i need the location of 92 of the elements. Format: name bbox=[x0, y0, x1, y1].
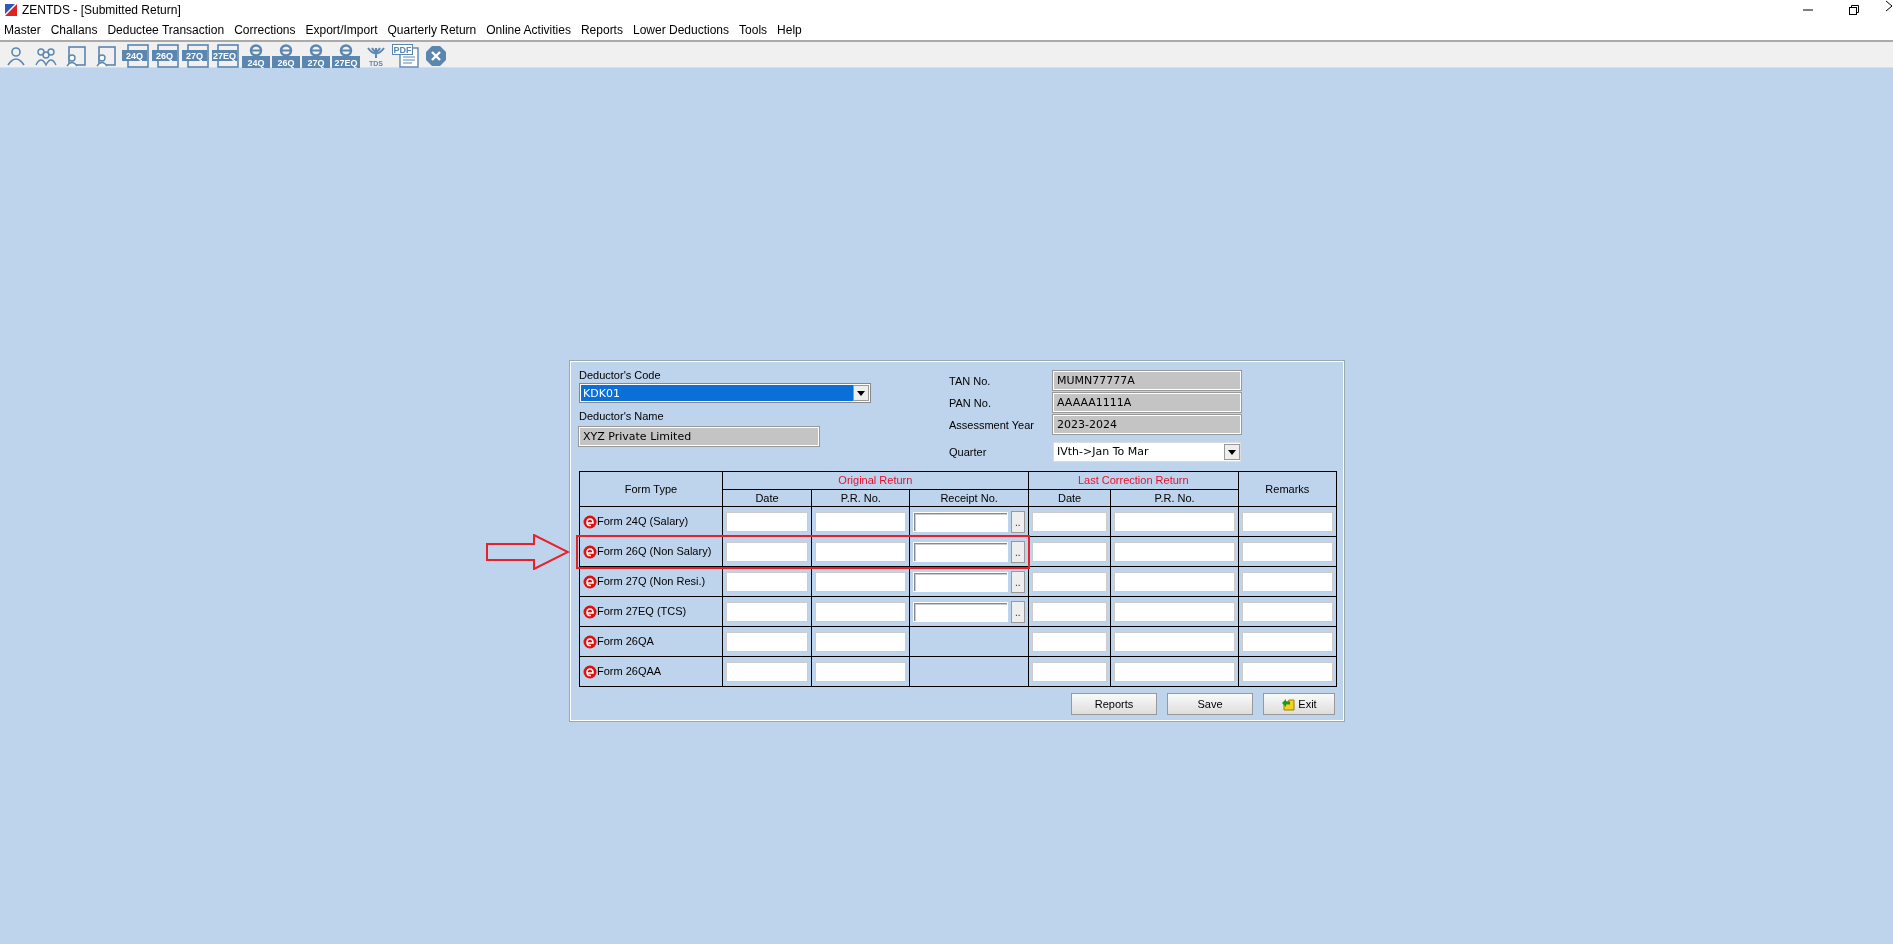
pr-number-field[interactable] bbox=[815, 541, 907, 562]
action-button[interactable]: Save bbox=[1167, 693, 1253, 715]
form-type-label: Form 26QA bbox=[597, 634, 654, 650]
menu-item[interactable]: Deductee Transaction bbox=[107, 21, 225, 39]
menu-item[interactable]: Help bbox=[777, 21, 802, 39]
menu-item[interactable]: Corrections bbox=[234, 21, 296, 39]
browse-button[interactable]: .. bbox=[1010, 540, 1025, 563]
deductor-code-dropdown[interactable]: KDK01 bbox=[579, 383, 871, 403]
pr-number-field[interactable] bbox=[1114, 601, 1235, 622]
date-field[interactable] bbox=[1031, 631, 1108, 652]
app-logo-icon bbox=[4, 3, 18, 17]
menu-item[interactable]: Export/Import bbox=[305, 21, 378, 39]
field-label: Assessment Year bbox=[949, 417, 1035, 432]
dropdown-caret-icon bbox=[1228, 449, 1236, 455]
e-logo-icon bbox=[583, 544, 597, 559]
pr-number-field[interactable] bbox=[815, 511, 907, 532]
remarks-field[interactable] bbox=[1241, 511, 1333, 532]
form-type-label: Form 24Q (Salary) bbox=[597, 514, 689, 530]
action-button[interactable]: Reports bbox=[1071, 693, 1157, 715]
field-label: PAN No. bbox=[949, 395, 992, 410]
dropdown-caret-icon bbox=[857, 390, 865, 396]
column-header: P.R. No. bbox=[811, 489, 910, 507]
menu-item[interactable]: Master bbox=[4, 21, 41, 39]
menu-item[interactable]: Reports bbox=[580, 21, 623, 39]
column-header: Date bbox=[722, 489, 812, 507]
pr-number-field[interactable] bbox=[1114, 541, 1235, 562]
date-field[interactable] bbox=[725, 571, 809, 592]
remarks-field[interactable] bbox=[1241, 571, 1333, 592]
menu-item[interactable]: Online Activities bbox=[486, 21, 571, 39]
receipt-number-field[interactable] bbox=[913, 541, 1008, 562]
receipt-number-field[interactable] bbox=[913, 511, 1008, 532]
pr-number-field[interactable] bbox=[1114, 511, 1235, 532]
field-label: TAN No. bbox=[949, 373, 992, 388]
remarks-field[interactable] bbox=[1241, 631, 1333, 652]
menu-item[interactable]: Lower Deductions bbox=[632, 21, 730, 39]
column-header: Receipt No. bbox=[909, 489, 1029, 507]
date-field[interactable] bbox=[1031, 571, 1108, 592]
readonly-field: MUMN77777A bbox=[1053, 371, 1241, 390]
readonly-field: AAAAA1111A bbox=[1053, 393, 1241, 412]
date-field[interactable] bbox=[725, 661, 809, 682]
e-logo-icon bbox=[583, 574, 597, 589]
restore-icon bbox=[1848, 4, 1860, 16]
field-label: Deductor's Name bbox=[579, 409, 665, 423]
group-header: Original Return bbox=[722, 471, 1029, 489]
e-logo-icon bbox=[583, 604, 597, 619]
pr-number-field[interactable] bbox=[815, 631, 907, 652]
field-label: Quarter bbox=[949, 445, 988, 459]
field-label: Deductor's Code bbox=[579, 368, 662, 382]
readonly-field: 2023-2024 bbox=[1053, 415, 1241, 434]
form-type-label: Form 27Q (Non Resi.) bbox=[597, 574, 706, 590]
e-logo-icon bbox=[583, 514, 597, 529]
exit-folder-icon bbox=[1281, 697, 1296, 711]
menu-item[interactable]: Challans bbox=[50, 21, 98, 39]
date-field[interactable] bbox=[1031, 511, 1108, 532]
pr-number-field[interactable] bbox=[815, 571, 907, 592]
date-field[interactable] bbox=[1031, 661, 1108, 682]
browse-button[interactable]: .. bbox=[1010, 510, 1025, 533]
date-field[interactable] bbox=[1031, 541, 1108, 562]
menu-item[interactable]: Tools bbox=[739, 21, 768, 39]
date-field[interactable] bbox=[725, 541, 809, 562]
pr-number-field[interactable] bbox=[1114, 661, 1235, 682]
date-field[interactable] bbox=[1031, 601, 1108, 622]
quarter-dropdown[interactable]: IVth->Jan To Mar bbox=[1053, 442, 1241, 462]
form-type-label: Form 27EQ (TCS) bbox=[597, 604, 687, 620]
remarks-field[interactable] bbox=[1241, 601, 1333, 622]
browse-button[interactable]: .. bbox=[1010, 570, 1025, 593]
remarks-field[interactable] bbox=[1241, 541, 1333, 562]
form-type-label: Form 26QAA bbox=[597, 664, 662, 680]
action-button[interactable]: Exit bbox=[1263, 693, 1335, 715]
pr-number-field[interactable] bbox=[815, 601, 907, 622]
date-field[interactable] bbox=[725, 601, 809, 622]
menu-item[interactable]: Quarterly Return bbox=[387, 21, 477, 39]
browse-button[interactable]: .. bbox=[1010, 600, 1025, 623]
pr-number-field[interactable] bbox=[1114, 631, 1235, 652]
pr-number-field[interactable] bbox=[815, 661, 907, 682]
selected-code-text: KDK01 bbox=[581, 385, 853, 401]
column-header: Remarks bbox=[1238, 471, 1337, 507]
date-field[interactable] bbox=[725, 511, 809, 532]
receipt-number-field[interactable] bbox=[913, 571, 1008, 592]
form-type-label: Form 26Q (Non Salary) bbox=[597, 544, 712, 560]
deductor-name-field: XYZ Private Limited bbox=[579, 427, 819, 446]
group-header: Last Correction Return bbox=[1028, 471, 1239, 489]
column-header: Form Type bbox=[579, 471, 723, 507]
window-title: ZENTDS - [Submitted Return] bbox=[22, 2, 181, 19]
e-logo-icon bbox=[583, 664, 597, 679]
column-header: Date bbox=[1028, 489, 1111, 507]
e-logo-icon bbox=[583, 634, 597, 649]
receipt-number-field[interactable] bbox=[913, 601, 1008, 622]
pr-number-field[interactable] bbox=[1114, 571, 1235, 592]
close-icon bbox=[1886, 0, 1893, 12]
remarks-field[interactable] bbox=[1241, 661, 1333, 682]
date-field[interactable] bbox=[725, 631, 809, 652]
